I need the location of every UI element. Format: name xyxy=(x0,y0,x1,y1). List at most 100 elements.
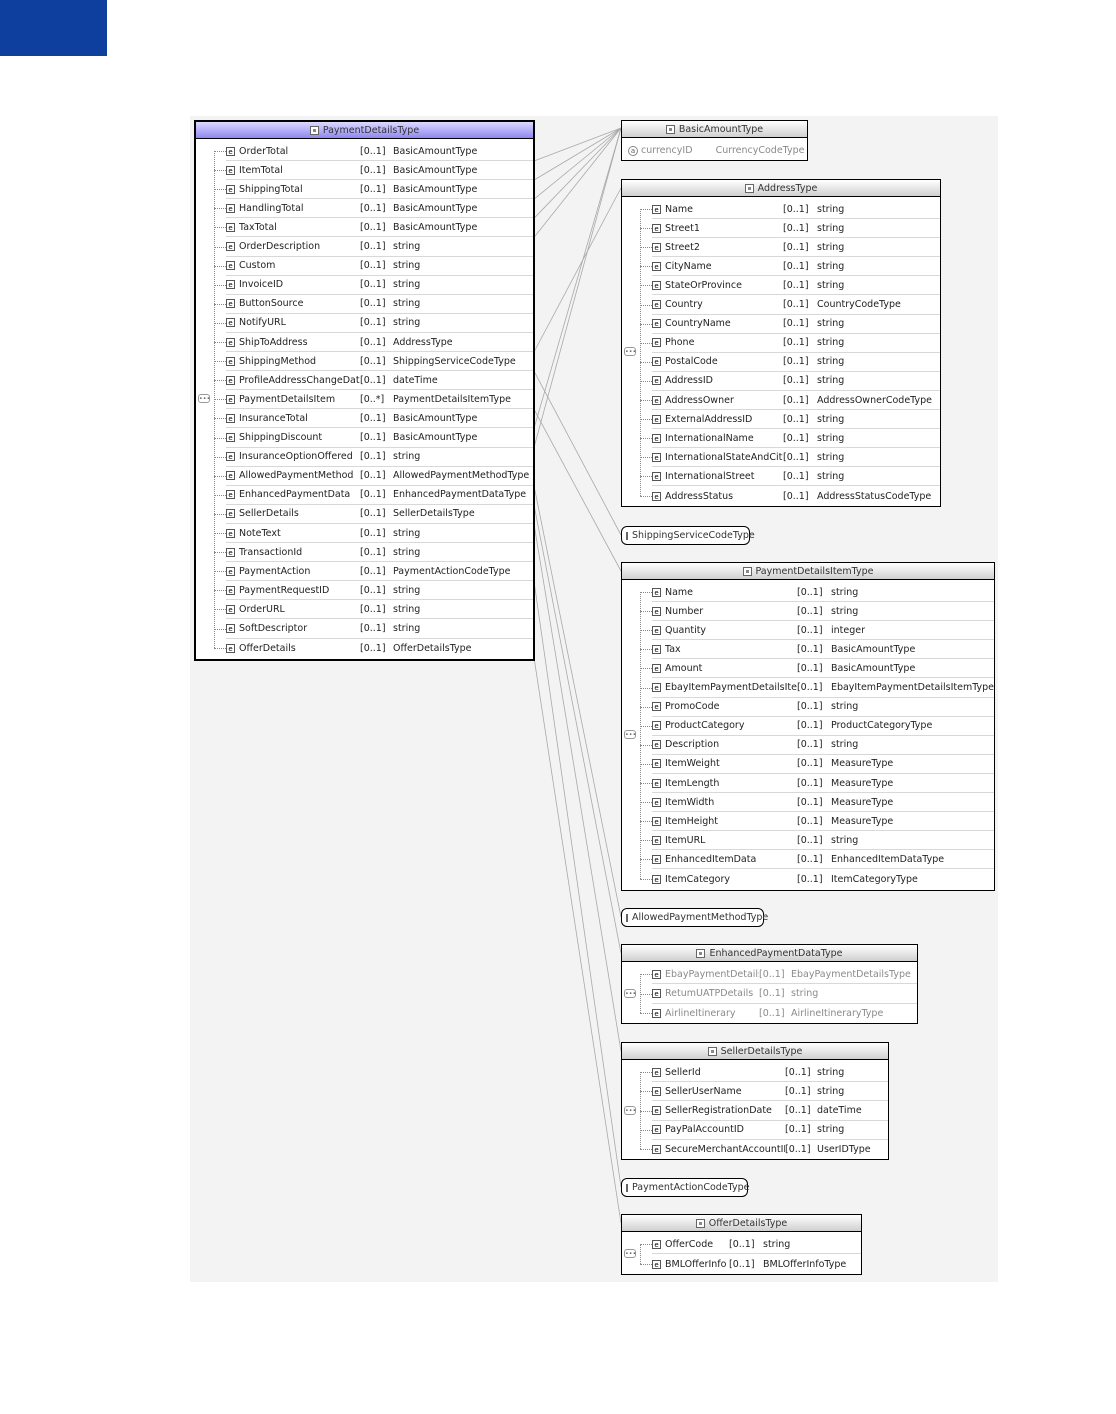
enhanced-payment-data-type-box: EnhancedPaymentDataType e EbayPaymentDeta… xyxy=(621,944,918,1024)
tree-branch xyxy=(640,266,652,268)
element-name: PaymentRequestID xyxy=(239,584,330,596)
element-card: [0..1] xyxy=(783,470,809,482)
element-card: [0..1] xyxy=(360,470,386,482)
element-row: e Number [0..1] string xyxy=(652,602,994,622)
shipping-service-code-type-box: ShippingServiceCodeType xyxy=(621,526,755,545)
element-row: e OfferCode [0..1] string xyxy=(652,1235,861,1254)
element-type: string xyxy=(393,241,421,252)
element-row: e StateOrProvince [0..1] string xyxy=(652,276,940,296)
tree-branch xyxy=(640,840,652,842)
box-title: PaymentDetailsItemType xyxy=(755,565,874,577)
element-type: string xyxy=(393,260,421,272)
complex-type-icon xyxy=(707,1046,717,1056)
tree-branch xyxy=(640,1129,652,1131)
element-type: string xyxy=(763,1238,791,1250)
element-icon: e xyxy=(652,395,661,405)
element-type: EbayPaymentDetailsType xyxy=(791,968,911,980)
tree-branch xyxy=(214,189,226,191)
element-icon: e xyxy=(652,433,661,443)
element-row: e Custom [0..1] string xyxy=(226,257,533,276)
tree-branch xyxy=(214,590,226,592)
element-icon: e xyxy=(226,337,235,347)
element-row: e AddressID [0..1] string xyxy=(652,372,940,391)
payment-details-type-header: PaymentDetailsType xyxy=(196,122,533,139)
element-card: [0..1] xyxy=(783,222,809,234)
element-icon: e xyxy=(652,644,661,654)
tree-branch xyxy=(214,342,226,343)
tree-branch xyxy=(640,304,652,306)
tree-branch xyxy=(640,974,652,975)
tree-branch xyxy=(214,151,226,152)
element-type: ProductCategoryType xyxy=(831,720,933,732)
element-icon: e xyxy=(652,1106,661,1116)
element-type: string xyxy=(817,203,845,215)
element-type: string xyxy=(831,586,859,598)
element-name: PromoCode xyxy=(665,701,720,713)
tree-trunk xyxy=(640,974,641,1013)
element-name: SecureMerchantAccountID xyxy=(665,1144,785,1156)
element-icon: e xyxy=(652,663,661,673)
element-icon: e xyxy=(226,280,235,290)
tree-branch xyxy=(640,228,652,230)
payment-details-item-type-box: PaymentDetailsItemType e Name [0..1] string… xyxy=(621,562,995,891)
element-card: [0..1] xyxy=(360,183,386,195)
element-row: e EbayPaymentDetails [0..1] EbayPaymentDeta… xyxy=(652,965,917,984)
element-row: e RetumUATPDetails [0..1] string xyxy=(652,985,917,1004)
allowed-payment-method-type-box: AllowedPaymentMethodType xyxy=(621,908,768,927)
tree-branch xyxy=(214,647,226,649)
element-name: InsuranceOptionOffered xyxy=(239,451,353,463)
element-icon: e xyxy=(226,547,235,557)
tree-branch xyxy=(640,476,652,478)
element-card: [0..1] xyxy=(785,1144,811,1156)
element-card: [0..1] xyxy=(360,432,386,443)
element-icon: e xyxy=(226,394,235,404)
element-row: e SellerDetails [0..1] SellerDetailsType xyxy=(226,505,533,524)
element-icon: e xyxy=(652,261,661,271)
sequence-icon: ∙∙∙ xyxy=(624,347,637,357)
element-icon: e xyxy=(226,222,235,232)
element-type: BMLOfferInfoType xyxy=(763,1258,847,1270)
element-row: e TransactionId [0..1] string xyxy=(226,543,533,563)
element-card: [0..1] xyxy=(783,318,809,330)
element-card: [0..1] xyxy=(783,490,809,502)
element-name: ButtonSource xyxy=(239,298,304,310)
element-name: InternationalStateAndCity xyxy=(665,451,783,463)
element-card: [0..1] xyxy=(360,221,386,233)
element-card: [0..1] xyxy=(783,432,809,444)
simple-type-icon xyxy=(626,531,628,540)
element-row: e InternationalStreet [0..1] string xyxy=(652,467,940,487)
tree-branch xyxy=(640,783,652,784)
sequence-icon: ∙∙∙ xyxy=(624,730,637,740)
element-card: [0..1] xyxy=(783,260,809,272)
element-card: [0..1] xyxy=(360,298,386,310)
element-icon: e xyxy=(652,242,661,252)
element-name: StateOrProvince xyxy=(665,279,742,291)
element-card: [0..1] xyxy=(360,202,386,214)
element-icon: e xyxy=(652,491,661,501)
element-name: ItemTotal xyxy=(239,164,283,176)
element-name: Street2 xyxy=(665,241,700,253)
element-name: ShippingDiscount xyxy=(239,432,323,443)
element-card: [0..1] xyxy=(360,565,386,577)
element-type: string xyxy=(817,260,845,272)
element-card: [0..1] xyxy=(360,584,386,596)
header-color-block xyxy=(0,0,107,56)
sequence-icon: ∙∙∙ xyxy=(624,1105,637,1115)
element-row: e CountryName [0..1] string xyxy=(652,315,940,334)
element-card: [0..1] xyxy=(783,394,809,406)
tree-branch xyxy=(214,456,226,458)
tree-branch xyxy=(214,361,226,363)
element-type: CountryCodeType xyxy=(817,299,901,310)
tree-branch xyxy=(640,687,652,689)
element-card: [0..1] xyxy=(360,603,386,615)
tree-branch xyxy=(640,725,652,727)
element-name: HandlingTotal xyxy=(239,202,304,214)
element-name: ShippingMethod xyxy=(239,355,317,367)
element-icon: e xyxy=(226,509,235,519)
element-name: EnhancedPaymentData xyxy=(239,489,351,501)
element-card: [0..1] xyxy=(785,1066,811,1078)
element-card: [0..1] xyxy=(360,489,386,501)
tree-branch xyxy=(640,744,652,746)
element-icon: e xyxy=(652,759,661,769)
box-title: PaymentDetailsType xyxy=(322,124,420,136)
